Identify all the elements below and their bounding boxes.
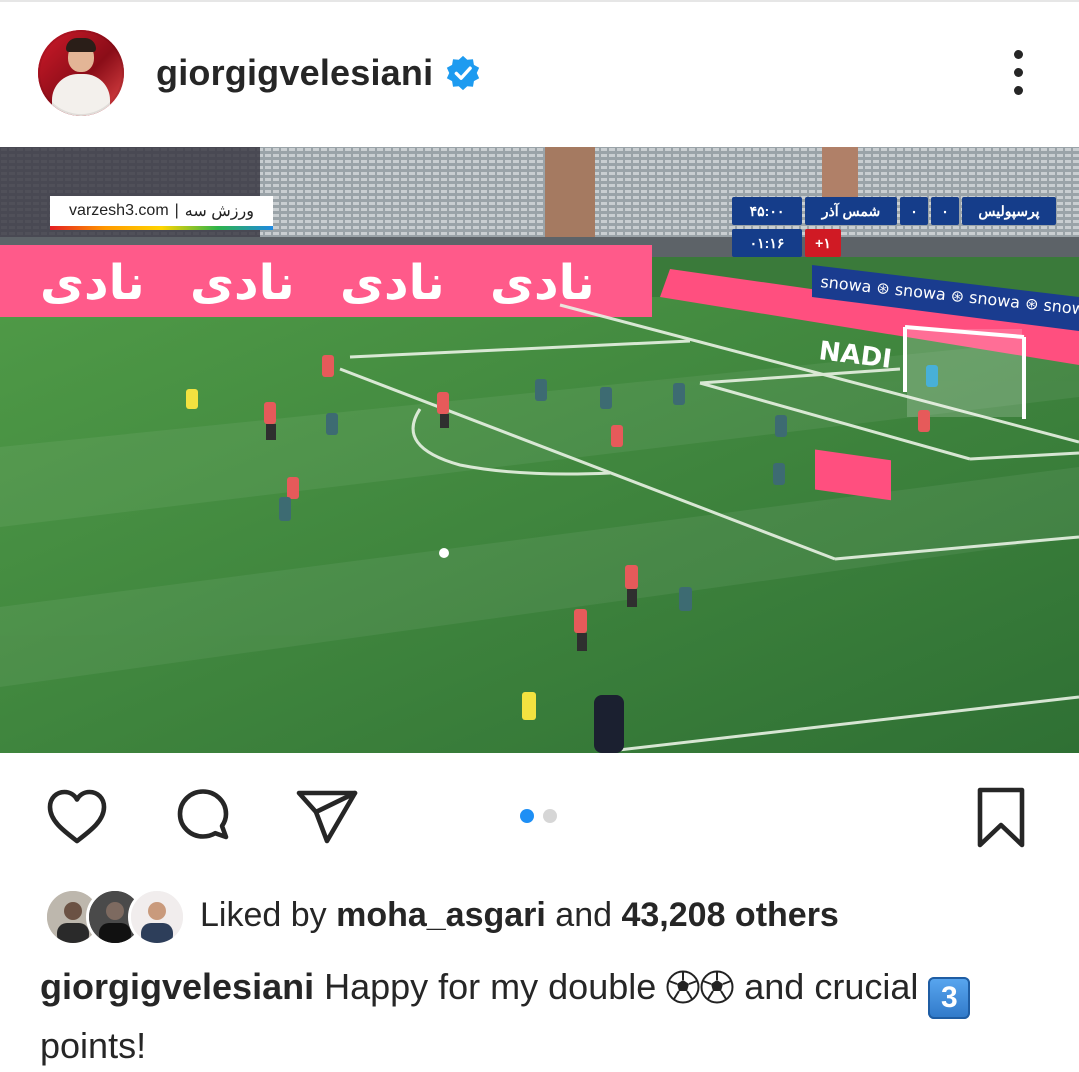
scoreboard-added-time: ۰۱:۱۶ — [732, 229, 802, 257]
top-divider — [0, 0, 1079, 2]
likes-count[interactable]: 43,208 others — [621, 896, 838, 934]
comment-icon[interactable] — [170, 785, 236, 851]
likes-middle: and — [545, 896, 622, 934]
carousel-dot-active — [520, 809, 534, 823]
likes-prefix: Liked by — [200, 896, 337, 934]
bookmark-icon[interactable] — [968, 785, 1034, 851]
scoreboard: ۴۵:۰۰ شمس آذر ۰ ۰ پرسپولیس ۰۱:۱۶ +۱ — [732, 197, 1056, 261]
scoreboard-score-home: ۰ — [931, 197, 959, 225]
more-options-button[interactable] — [1006, 50, 1030, 102]
scoreboard-score-away: ۰ — [900, 197, 928, 225]
verified-badge-icon — [446, 55, 480, 91]
post-media[interactable]: نادی نادی نادی نادی snowa ⊛ snowa ⊛ snow… — [0, 147, 1079, 753]
post-header: giorgigvelesiani — [0, 28, 1079, 120]
liked-by-row[interactable]: Liked by moha_asgari and 43,208 others — [44, 886, 1044, 946]
soccer-ball-icon — [700, 970, 734, 1004]
post-username[interactable]: giorgigvelesiani — [156, 52, 433, 94]
svg-text:نادی: نادی — [490, 255, 595, 311]
watermark-separator: | — [174, 202, 179, 219]
svg-text:نادی: نادی — [40, 255, 145, 311]
liker-avatars — [44, 886, 186, 946]
carousel-dot[interactable] — [543, 809, 557, 823]
heart-icon[interactable] — [44, 785, 110, 851]
caption-text: points! — [40, 1025, 147, 1066]
broadcast-watermark: varzesh3.com | ورزش سه — [50, 196, 273, 230]
scoreboard-time: ۴۵:۰۰ — [732, 197, 802, 225]
carousel-indicator — [520, 809, 557, 823]
soccer-ball-icon — [666, 970, 700, 1004]
scoreboard-extra: +۱ — [805, 229, 841, 257]
profile-avatar[interactable] — [38, 30, 124, 116]
caption-text: and crucial — [734, 966, 929, 1007]
caption-text: Happy for my double — [314, 966, 667, 1007]
send-icon[interactable] — [294, 785, 360, 851]
scoreboard-team-away: شمس آذر — [805, 197, 897, 225]
liker-avatar — [128, 888, 186, 946]
more-vertical-icon — [1013, 50, 1023, 59]
svg-text:نادی: نادی — [190, 255, 295, 311]
watermark-persian: ورزش سه — [184, 203, 254, 220]
post-actions — [0, 785, 1079, 855]
post-caption: giorgigvelesiani Happy for my double and… — [40, 960, 1050, 1072]
caption-username[interactable]: giorgigvelesiani — [40, 966, 314, 1007]
keycap-three-icon: 3 — [928, 977, 971, 1019]
liker-username[interactable]: moha_asgari — [336, 896, 546, 934]
watermark-latin: varzesh3.com — [69, 202, 169, 219]
scoreboard-team-home: پرسپولیس — [962, 197, 1056, 225]
liked-by-text: Liked by moha_asgari and 43,208 others — [200, 896, 839, 935]
svg-text:نادی: نادی — [340, 255, 445, 311]
